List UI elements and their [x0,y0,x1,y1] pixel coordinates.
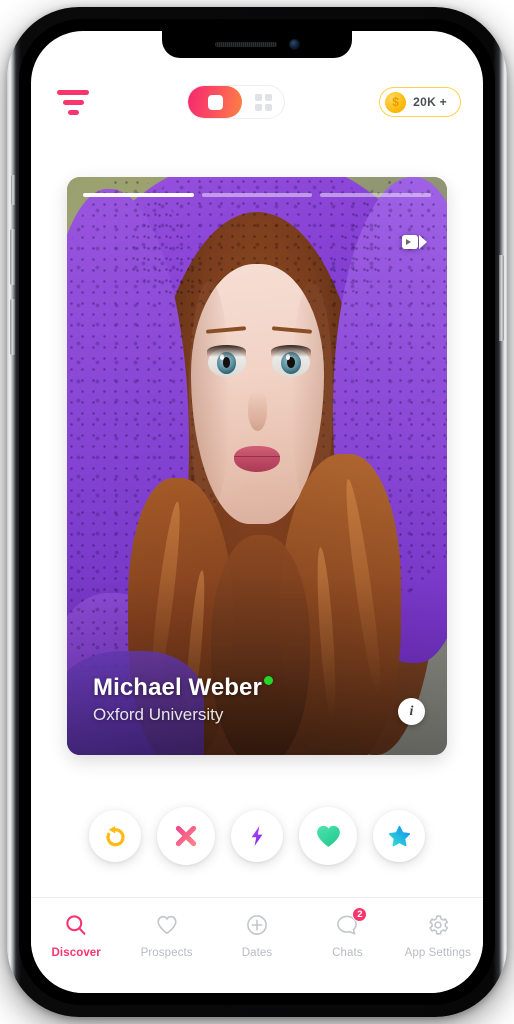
story-progress-segment-3[interactable] [320,193,432,197]
photo-eyelash-left [206,345,247,358]
superlike-button[interactable] [373,810,425,862]
nav-label-app-settings: App Settings [404,947,472,959]
close-x-icon [175,825,197,847]
nav-item-app-settings[interactable]: App Settings [393,912,483,959]
dislike-button[interactable] [157,807,215,865]
phone-notch [162,31,352,58]
view-mode-toggle[interactable] [187,85,286,119]
photo-chin-highlight [230,477,284,513]
grid-dot-3 [254,103,262,111]
star-icon [388,825,410,846]
video-icon-play [406,239,411,245]
phone-volume-down-button[interactable] [10,299,15,355]
boost-button[interactable] [231,810,283,862]
like-button[interactable] [299,807,357,865]
story-progress-segment-1[interactable] [83,193,194,197]
phone-mute-switch[interactable] [11,175,15,205]
phone-volume-up-button[interactable] [10,229,15,285]
video-icon-lens [419,235,427,249]
phone-frame: $ 20K + Michael Weber Oxford University … [7,7,507,1017]
online-status-dot [263,676,273,686]
rewind-button[interactable] [89,810,141,862]
photo-face-shadow-left [188,281,231,513]
nav-label-prospects: Prospects [140,947,193,959]
coin-icon: $ [385,91,407,113]
profile-info-button[interactable]: i [398,698,425,725]
card-view-square [207,94,223,110]
story-progress-bars[interactable] [83,193,432,197]
phone-power-button[interactable] [499,255,504,341]
action-buttons-row [31,807,483,865]
photo-lips [234,446,280,472]
grid-dot-1 [254,93,262,101]
plus-circle-icon [247,915,267,935]
nav-icon-prospects-wrap [155,912,179,938]
grid-dot-4 [264,103,272,111]
nav-icon-chats-wrap: 2 [335,907,368,938]
chat-unread-badge: 2 [352,907,368,922]
nav-label-discover: Discover [51,947,101,959]
grid-view-icon[interactable] [242,93,284,111]
nav-item-chats[interactable]: 2 Chats [302,907,392,959]
profile-photo [67,177,447,755]
grid-dot-2 [264,93,272,101]
profile-card[interactable]: Michael Weber Oxford University i [67,177,447,755]
rewind-icon [105,825,125,846]
phone-screen: $ 20K + Michael Weber Oxford University … [31,31,483,993]
nav-icon-dates-wrap [245,912,269,938]
photo-nose [247,390,267,432]
filter-bar-1 [57,89,89,95]
profile-info: Michael Weber Oxford University [93,674,273,725]
search-icon [66,915,86,935]
coin-balance-badge[interactable]: $ 20K + [379,87,461,117]
nav-label-dates: Dates [241,947,273,959]
nav-item-prospects[interactable]: Prospects [121,912,211,959]
nav-item-discover[interactable]: Discover [31,912,121,959]
filter-bar-3 [67,109,79,115]
lightning-bolt-icon [251,826,263,846]
profile-name-row: Michael Weber [93,674,273,702]
filter-bar-2 [62,99,84,105]
filter-icon[interactable] [53,86,93,119]
nav-label-chats: Chats [332,947,363,959]
video-camera-icon[interactable] [402,235,427,249]
gear-icon [429,915,448,935]
profile-name: Michael Weber [93,674,262,702]
heart-outline-icon [157,915,177,935]
nav-item-dates[interactable]: Dates [212,912,302,959]
bottom-navigation-bar: Discover Prospects Dates 2 Chats App Set… [31,897,483,993]
story-progress-segment-2[interactable] [201,193,313,197]
photo-eyelash-right [271,345,311,358]
app-header: $ 20K + [31,71,483,133]
heart-icon [316,825,340,847]
nav-icon-settings-wrap [426,912,450,938]
card-view-icon[interactable] [188,86,243,118]
coin-amount-label: 20K + [413,95,447,109]
nav-icon-discover-wrap [64,912,88,938]
earpiece-speaker [214,42,277,47]
profile-subtitle: Oxford University [93,705,224,724]
front-camera-icon [288,39,300,50]
